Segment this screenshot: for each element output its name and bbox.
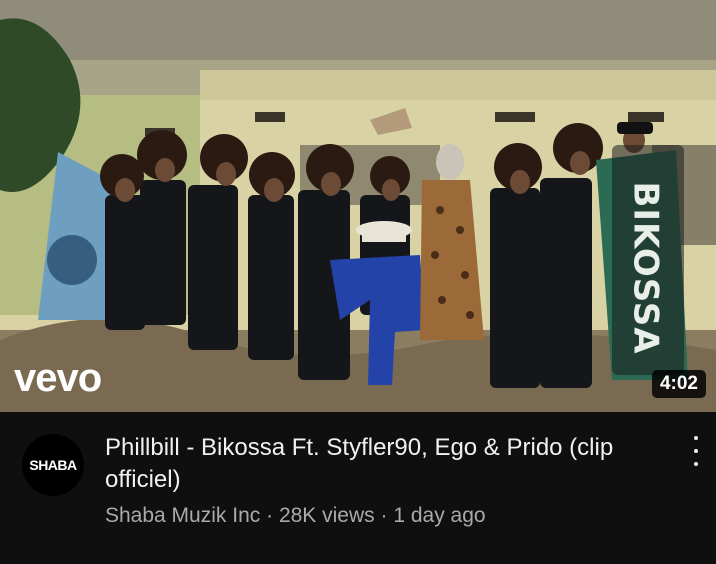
channel-avatar-text: SHABA (29, 457, 77, 473)
channel-name[interactable]: Shaba Muzik Inc (105, 504, 260, 527)
duration-badge: 4:02 (651, 370, 706, 398)
video-details: SHABA Phillbill - Bikossa Ft. Styfler90,… (0, 412, 716, 564)
video-thumbnail[interactable]: BIKOSSA vevo 4:02 (0, 0, 716, 412)
upload-age: 1 day ago (393, 504, 486, 527)
video-title[interactable]: Phillbill - Bikossa Ft. Styfler90, Ego &… (105, 432, 665, 496)
thumbnail-scene (0, 0, 716, 412)
more-vert-icon[interactable] (688, 436, 704, 466)
view-count: 28K views (278, 504, 375, 527)
banner-text: BIKOSSA (616, 168, 676, 368)
video-subline: Shaba Muzik Inc · 28K views · 1 day ago (105, 504, 486, 528)
banner-label: BIKOSSA (626, 181, 666, 355)
separator-dot: · (266, 504, 274, 527)
channel-avatar[interactable]: SHABA (22, 434, 84, 496)
separator-dot: · (380, 504, 388, 527)
vevo-logo: vevo (14, 356, 102, 400)
